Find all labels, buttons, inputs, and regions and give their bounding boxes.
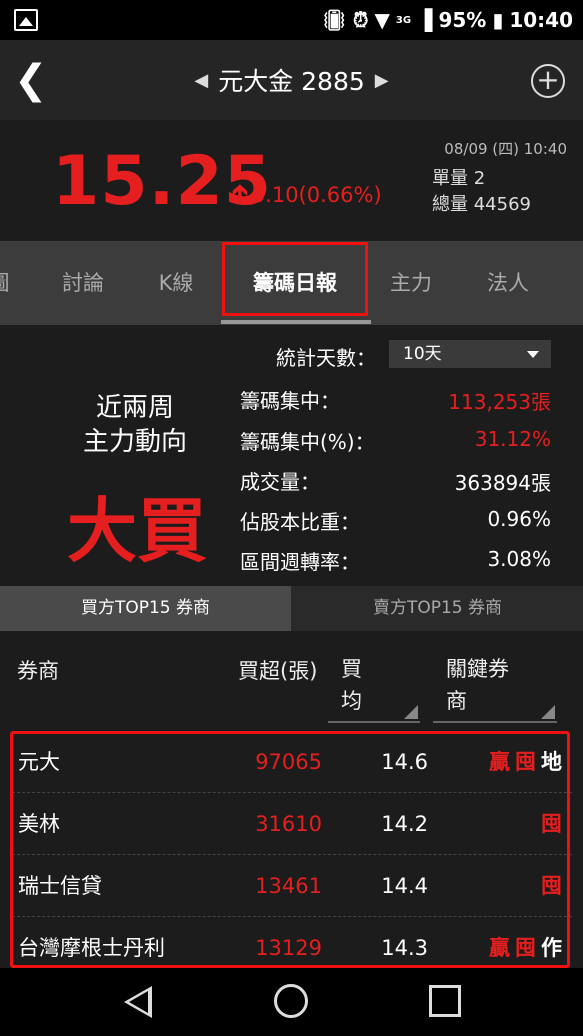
col-avg-header-1[interactable]: 買 (341, 653, 362, 683)
tab-institutional[interactable]: 法人 (466, 241, 550, 325)
clock: 10:40 (509, 8, 573, 32)
chip-summary: 統計天數： 10天 近兩周 主力動向 大買 籌碼集中： 113,253張 籌碼集… (0, 325, 583, 586)
key-broker-tags: 贏 囤 地 (489, 731, 562, 793)
trend-title-line2: 主力動向 (82, 427, 187, 457)
table-row[interactable]: 元大 97065 14.6 贏 囤 地 (12, 731, 572, 793)
nav-home-icon[interactable] (274, 984, 308, 1018)
avg-price: 14.4 (381, 874, 428, 898)
battery-percent: 95% (438, 8, 487, 32)
broker-name: 瑞士信貸 (18, 874, 102, 898)
trend-value: 大買 (67, 490, 207, 572)
broker-name: 元大 (18, 750, 60, 774)
sort-triangle-icon (541, 705, 555, 719)
signal-icon: ▐ (417, 8, 433, 32)
broker-name: 台灣摩根士丹利 (18, 936, 165, 960)
gallery-notification-icon (14, 9, 38, 31)
quote-datetime: 08/09 (四) 10:40 (444, 140, 567, 158)
stat-value: 0.96% (487, 507, 551, 531)
nav-back-icon[interactable] (124, 986, 152, 1018)
avg-price: 14.6 (381, 750, 428, 774)
tab-main-force[interactable]: 主力 (370, 241, 452, 325)
table-row[interactable]: 台灣摩根士丹利 13129 14.3 贏 囤 作 (12, 917, 572, 968)
prev-stock-arrow-icon[interactable]: ◀ (194, 70, 208, 91)
wifi-icon: ▼ (374, 8, 390, 32)
avg-price: 14.2 (381, 812, 428, 836)
key-broker-tags: 囤 (541, 855, 562, 917)
side-tab-bar: 買方TOP15 券商 賣方TOP15 券商 (0, 586, 583, 631)
tab-discussion[interactable]: 討論 (40, 241, 126, 325)
key-broker-tags: 贏 囤 作 (489, 917, 562, 968)
key-broker-tags: 囤 (541, 793, 562, 855)
price-change: 🡱 0.10(0.66%) (232, 176, 382, 214)
net-buy: 97065 (255, 750, 322, 774)
stat-value: 3.08% (487, 547, 551, 571)
android-nav-bar (0, 968, 583, 1036)
app-header: ❮ ◀ 元大金 2885 ▶ + (0, 40, 583, 120)
col-net-header[interactable]: 買超(張) (238, 655, 317, 685)
table-row[interactable]: 瑞士信貸 13461 14.4 囤 (12, 855, 572, 917)
active-tab-indicator (221, 320, 371, 324)
price-change-value: 0.10(0.66%) (251, 183, 382, 207)
net-buy: 13129 (255, 936, 322, 960)
stat-label: 區間週轉率： (240, 550, 360, 574)
status-bar-right: 📳︎ ⏰︎ ▼ 3G ▐ 95% ▮ 10:40 (321, 0, 573, 40)
tab-sell-top15[interactable]: 賣方TOP15 券商 (292, 586, 583, 631)
up-arrow-icon: 🡱 (232, 181, 248, 206)
stat-value: 31.12% (474, 427, 551, 451)
tab-kline[interactable]: K線 (135, 241, 217, 325)
tag-local: 地 (541, 750, 562, 774)
alarm-icon: ⏰︎ (352, 8, 369, 32)
avg-sort-control[interactable] (328, 695, 420, 723)
total-volume: 總量 44569 (432, 194, 531, 215)
stat-label: 籌碼集中： (240, 389, 340, 413)
stat-label: 成交量： (240, 470, 320, 494)
table-header: 券商 買超(張) 買 均 關鍵券 商 (0, 631, 583, 731)
table-row[interactable]: 美林 31610 14.2 囤 (12, 793, 572, 855)
tag-maker: 作 (541, 936, 562, 960)
add-watchlist-plus-icon[interactable]: + (531, 64, 565, 98)
broker-name: 美林 (18, 812, 60, 836)
chevron-down-icon (527, 351, 539, 358)
trend-title-line1: 近兩周 (95, 393, 174, 423)
tag-win: 贏 (489, 750, 510, 774)
stat-label: 籌碼集中(%)： (240, 430, 375, 454)
stock-name: 元大金 2885 (218, 67, 365, 96)
tag-win: 贏 (489, 936, 510, 960)
tab-buy-top15[interactable]: 買方TOP15 券商 (0, 586, 291, 631)
stat-value: 363894張 (454, 471, 551, 495)
col-key-header-1[interactable]: 關鍵券 (446, 653, 509, 683)
unit-volume: 單量 2 (432, 168, 486, 189)
net-buy: 13461 (255, 874, 322, 898)
days-label: 統計天數： (276, 346, 376, 370)
stat-label: 佔股本比重： (240, 510, 360, 534)
col-broker-header: 券商 (17, 659, 59, 683)
avg-price: 14.3 (381, 936, 428, 960)
network-type: 3G (395, 14, 412, 26)
tag-hoard: 囤 (541, 874, 562, 898)
nav-recents-icon[interactable] (429, 985, 461, 1017)
sort-triangle-icon (404, 705, 418, 719)
battery-icon: ▮ (492, 8, 504, 32)
tab-chart[interactable]: 圖 (0, 241, 10, 325)
key-sort-control[interactable] (433, 695, 557, 723)
net-buy: 31610 (255, 812, 322, 836)
status-bar: 📳︎ ⏰︎ ▼ 3G ▐ 95% ▮ 10:40 (0, 0, 583, 40)
tab-highlight-box (222, 242, 368, 316)
tag-hoard: 囤 (515, 936, 536, 960)
vibrate-icon: 📳︎ (321, 8, 347, 32)
next-stock-arrow-icon[interactable]: ▶ (375, 70, 389, 91)
stat-value: 113,253張 (448, 390, 551, 414)
tag-hoard: 囤 (541, 812, 562, 836)
stock-title: ◀ 元大金 2885 ▶ (0, 40, 583, 120)
days-select[interactable]: 10天 (389, 340, 551, 368)
quote-panel: 15.25 🡱 0.10(0.66%) 08/09 (四) 10:40 單量 2… (0, 120, 583, 241)
tag-hoard: 囤 (515, 750, 536, 774)
broker-table-body: 元大 97065 14.6 贏 囤 地 美林 31610 14.2 囤 瑞士信貸… (0, 731, 583, 968)
